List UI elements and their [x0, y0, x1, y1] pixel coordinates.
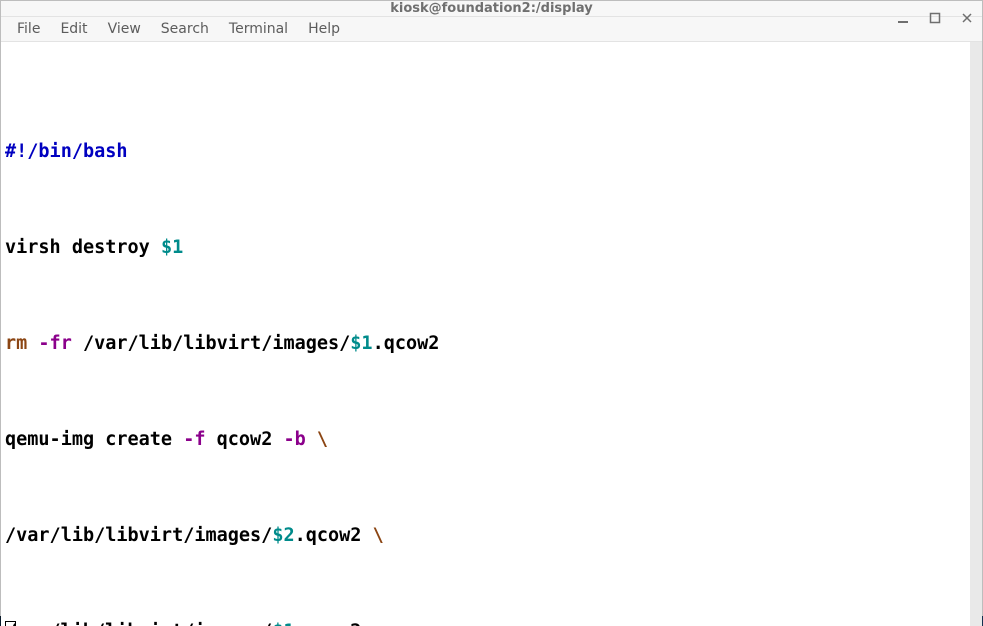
close-icon[interactable]: [958, 9, 976, 27]
menu-file[interactable]: File: [7, 17, 50, 41]
code-line-1: #!/bin/bash: [5, 140, 978, 164]
window-controls: [894, 1, 976, 35]
menu-edit[interactable]: Edit: [50, 17, 97, 41]
menu-terminal[interactable]: Terminal: [219, 17, 298, 41]
titlebar: kiosk@foundation2:/display: [1, 1, 982, 17]
menubar: File Edit View Search Terminal Help: [1, 17, 982, 42]
window-title: kiosk@foundation2:/display: [390, 1, 593, 16]
maximize-icon[interactable]: [926, 9, 944, 27]
text-cursor: /: [5, 621, 16, 626]
code-line-4: qemu-img create -f qcow2 -b \: [5, 428, 978, 452]
minimize-icon[interactable]: [894, 9, 912, 27]
menu-help[interactable]: Help: [298, 17, 350, 41]
scrollbar[interactable]: [970, 42, 982, 626]
code-line-5: /var/lib/libvirt/images/$2.qcow2 \: [5, 524, 978, 548]
code-line-2: virsh destroy $1: [5, 236, 978, 260]
terminal-window: kiosk@foundation2:/display File Edit Vie…: [0, 0, 983, 616]
terminal-viewport[interactable]: #!/bin/bash virsh destroy $1 rm -fr /var…: [1, 42, 982, 626]
code-line-6: /var/lib/libvirt/images/$1.qcow2: [5, 620, 978, 626]
menu-search[interactable]: Search: [151, 17, 219, 41]
code-line-3: rm -fr /var/lib/libvirt/images/$1.qcow2: [5, 332, 978, 356]
menu-view[interactable]: View: [98, 17, 151, 41]
